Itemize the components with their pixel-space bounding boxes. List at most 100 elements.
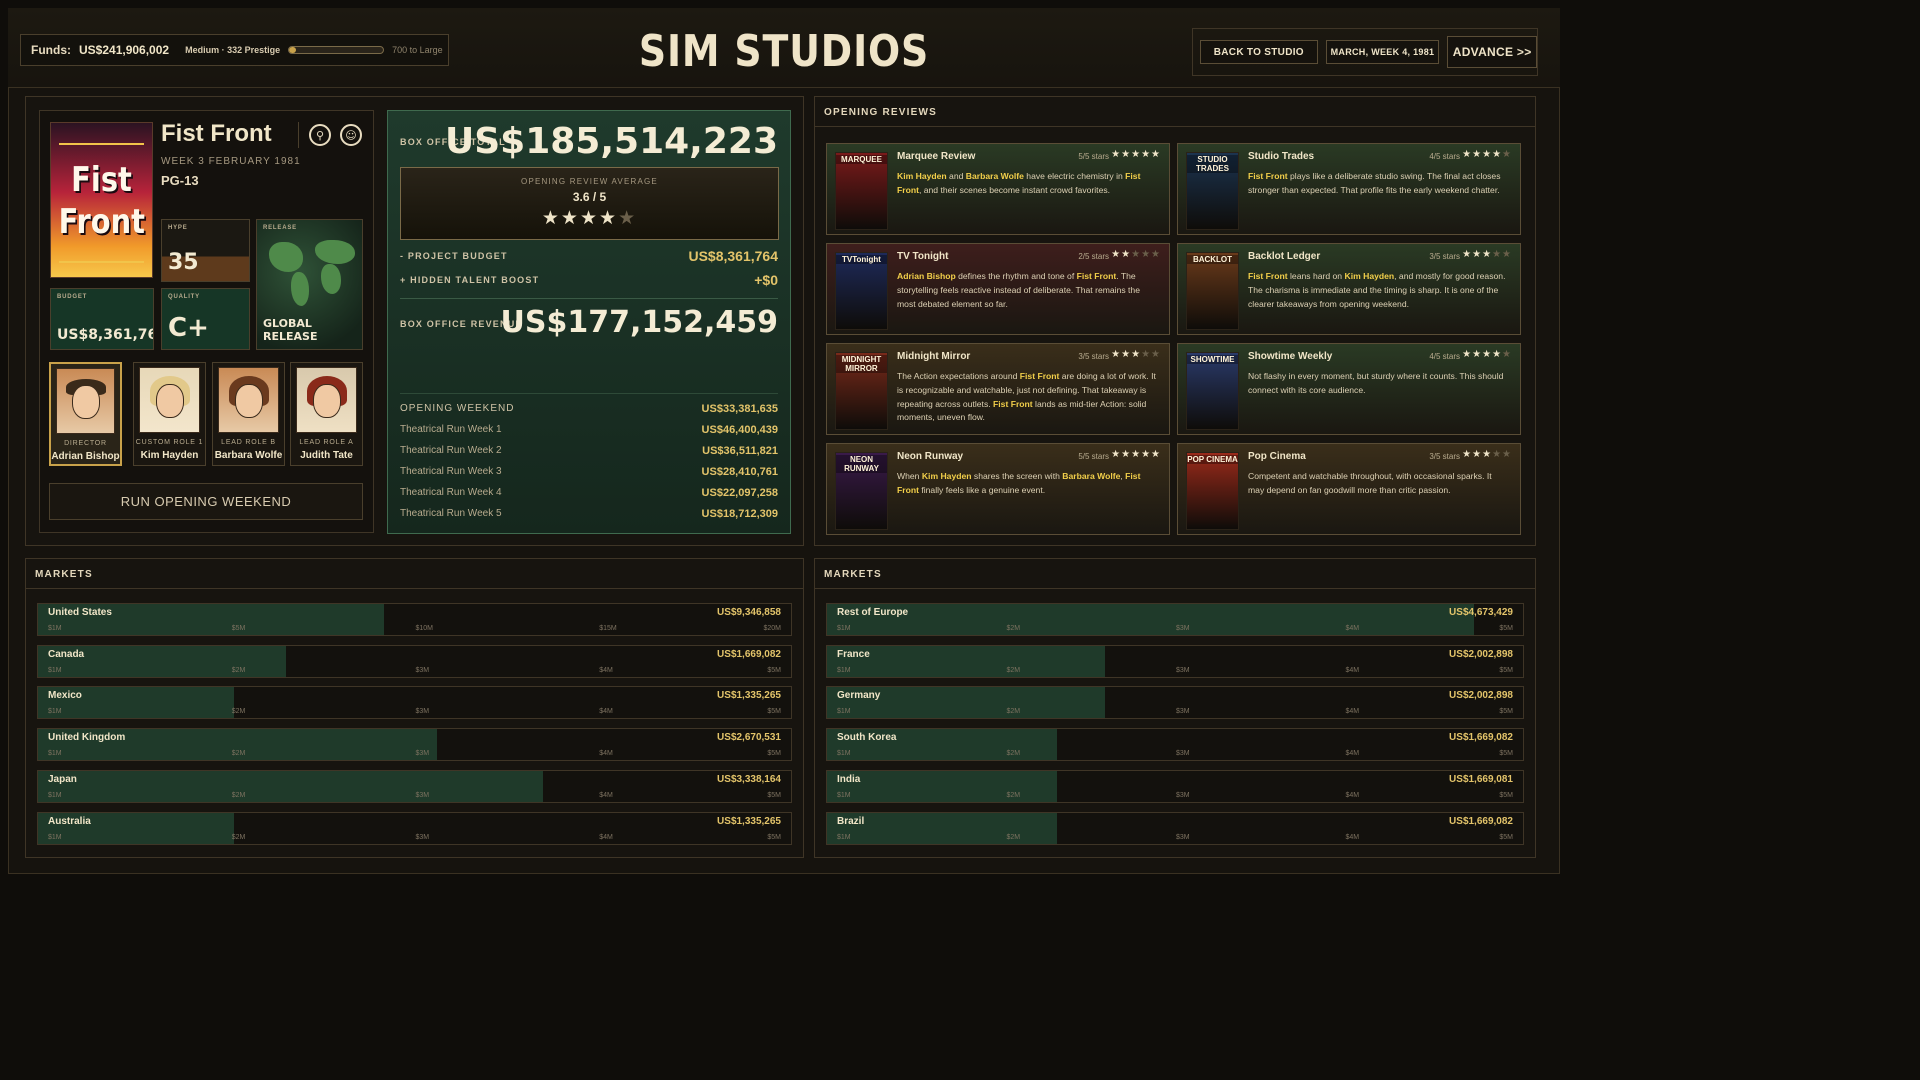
market-tick: $3M xyxy=(1176,791,1190,799)
cast-role: CUSTOM ROLE 1 xyxy=(135,439,204,446)
star-icon: ★ xyxy=(1121,149,1132,160)
market-value: US$1,335,265 xyxy=(717,815,781,827)
market-tick: $5M xyxy=(1499,625,1513,632)
star-icon: ★ xyxy=(1502,149,1512,160)
weekly-revenue-row: Theatrical Run Week 3 US$28,410,761 xyxy=(400,466,778,478)
market-name: South Korea xyxy=(837,732,897,744)
market-tick: $15M xyxy=(599,625,617,632)
star-icon: ★ xyxy=(1482,349,1493,360)
mask-icon: ☺ xyxy=(340,124,362,146)
market-row: United Kingdom US$2,670,531 $1M $2M $3M $4M $5… xyxy=(37,728,792,762)
market-tick: $5M xyxy=(767,791,781,799)
market-tick: $2M xyxy=(1006,666,1021,674)
star-icon: ★ xyxy=(1482,249,1493,260)
market-row: Germany US$2,002,898 $1M $2M $3M $4M $5M xyxy=(826,686,1524,720)
market-value: US$2,002,898 xyxy=(1449,690,1513,702)
star-icon: ★ xyxy=(1482,149,1493,160)
back-to-studio-button[interactable]: BACK TO STUDIO xyxy=(1200,40,1318,64)
market-tick: $5M xyxy=(1499,833,1513,841)
market-tick: $2M xyxy=(1006,625,1021,632)
market-row: Japan US$3,338,164 $1M $2M $3M $4M $5M xyxy=(37,769,792,803)
hype-stat: HYPE 35 xyxy=(161,219,250,282)
market-tick: $5M xyxy=(1499,666,1513,674)
review-card[interactable]: MIDNIGHT MIRROR Midnight Mirror 3/5 stars ★… xyxy=(826,343,1170,435)
star-icon: ★ xyxy=(1151,149,1161,160)
market-value: US$2,002,898 xyxy=(1449,648,1513,660)
star-icon: ★ xyxy=(1151,249,1161,260)
market-name: Australia xyxy=(48,815,91,827)
star-icon: ★ xyxy=(1462,349,1473,360)
review-card[interactable]: BACKLOT Backlot Ledger 3/5 stars ★★★★★ Fist … xyxy=(1177,243,1521,335)
review-card[interactable]: TVTonight TV Tonight 2/5 stars ★★★★★ Adrian … xyxy=(826,243,1170,335)
magazine-cover: POP CINEMA xyxy=(1186,452,1239,530)
market-value: US$4,673,429 xyxy=(1449,607,1513,618)
magazine-cover-title: STUDIO TRADES xyxy=(1187,155,1238,173)
review-card[interactable]: NEON RUNWAY Neon Runway 5/5 stars ★★★★★ When… xyxy=(826,443,1170,535)
market-name: United Kingdom xyxy=(48,732,126,744)
review-stars: ★★★★★ xyxy=(1111,249,1161,260)
cast-card-lead-role-b[interactable]: LEAD ROLE B Barbara Wolfe xyxy=(212,362,285,466)
review-score: 5/5 stars xyxy=(1078,152,1109,161)
week-value: US$22,097,258 xyxy=(701,487,778,499)
market-tick: $2M xyxy=(231,708,246,716)
star-icon: ★ xyxy=(1151,349,1161,360)
week-value: US$18,712,309 xyxy=(701,508,778,520)
review-stars: ★★★★★ xyxy=(1111,349,1161,360)
review-outlet: Backlot Ledger xyxy=(1248,251,1321,262)
market-value: US$1,669,082 xyxy=(1449,732,1513,744)
market-tick: $1M xyxy=(837,708,851,716)
map-land xyxy=(321,264,341,294)
magazine-cover-title: TVTonight xyxy=(836,255,887,264)
review-card[interactable]: POP CINEMA Pop Cinema 3/5 stars ★★★★★ Compet… xyxy=(1177,443,1521,535)
market-name: Canada xyxy=(48,648,85,660)
face xyxy=(234,384,263,418)
review-average-stars: ★★★★★ xyxy=(401,207,778,229)
week-label: Theatrical Run Week 5 xyxy=(400,508,502,519)
market-value: US$9,346,858 xyxy=(717,607,781,618)
cast-card-director[interactable]: DIRECTOR Adrian Bishop xyxy=(49,362,122,466)
cast-portrait xyxy=(139,367,200,433)
review-text-part: Not flashy in every moment, but sturdy w… xyxy=(1248,371,1504,395)
review-outlet: Midnight Mirror xyxy=(897,351,971,362)
project-budget-label: - PROJECT BUDGET xyxy=(400,251,508,261)
market-tick: $5M xyxy=(1499,708,1513,716)
hype-value: 35 xyxy=(168,250,199,275)
run-opening-weekend-button[interactable]: RUN OPENING WEEKEND xyxy=(49,483,363,520)
budget-value: US$8,361,764 xyxy=(57,327,153,343)
market-tick: $1M xyxy=(837,625,851,632)
market-tick: $4M xyxy=(1345,750,1360,758)
review-score: 3/5 stars xyxy=(1078,352,1109,361)
review-text: When Kim Hayden shares the screen with B… xyxy=(897,470,1159,498)
market-tick: $3M xyxy=(415,666,430,674)
market-tick: $2M xyxy=(231,666,246,674)
review-outlet: Neon Runway xyxy=(897,451,964,462)
market-tick: $5M xyxy=(767,666,781,674)
advance-button[interactable]: ADVANCE >> xyxy=(1447,36,1537,68)
market-name: France xyxy=(837,648,870,660)
magazine-cover: MIDNIGHT MIRROR xyxy=(835,352,888,430)
market-row: Brazil US$1,669,082 $1M $2M $3M $4M $5M xyxy=(826,811,1524,845)
map-land xyxy=(315,240,355,264)
market-tick: $2M xyxy=(1006,791,1021,799)
star-icon: ★ xyxy=(1492,449,1503,460)
cast-portrait xyxy=(56,368,115,434)
talent-boost-value: +$0 xyxy=(754,272,778,288)
magazine-cover-title: MIDNIGHT MIRROR xyxy=(836,355,887,373)
review-card[interactable]: STUDIO TRADES Studio Trades 4/5 stars ★★★★★… xyxy=(1177,143,1521,235)
cast-card-lead-role-a[interactable]: LEAD ROLE A Judith Tate xyxy=(290,362,363,466)
week-label: Theatrical Run Week 3 xyxy=(400,466,502,477)
star-icon: ★ xyxy=(1131,449,1142,460)
star-icon: ★ xyxy=(541,207,561,229)
review-card[interactable]: MARQUEE Marquee Review 5/5 stars ★★★★★ Kim H… xyxy=(826,143,1170,235)
review-card[interactable]: SHOWTIME Showtime Weekly 4/5 stars ★★★★★ Not… xyxy=(1177,343,1521,435)
market-tick: $5M xyxy=(1499,791,1513,799)
star-icon: ★ xyxy=(1462,249,1473,260)
market-tick: $5M xyxy=(231,625,246,632)
week-value: US$46,400,439 xyxy=(701,424,778,436)
market-name: United States xyxy=(48,607,112,618)
magazine-cover: TVTonight xyxy=(835,252,888,330)
cast-card-custom-role-1[interactable]: CUSTOM ROLE 1 Kim Hayden xyxy=(133,362,206,466)
reviews-title: OPENING REVIEWS xyxy=(815,97,1535,127)
market-value: US$1,669,082 xyxy=(717,648,781,660)
star-icon: ★ xyxy=(1472,349,1483,360)
